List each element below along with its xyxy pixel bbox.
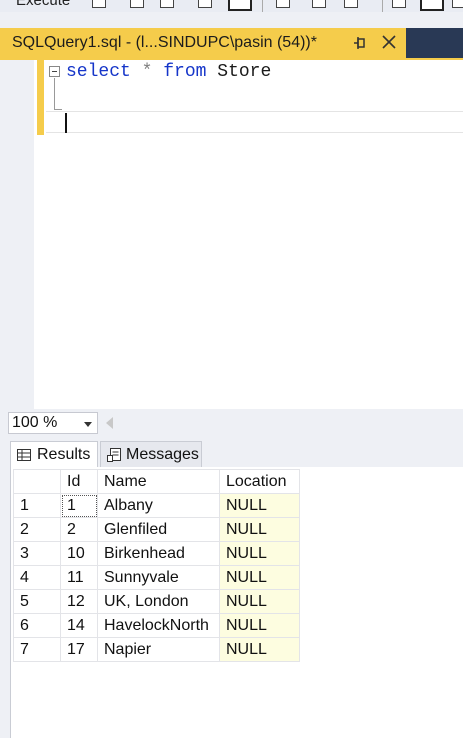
- row-number[interactable]: 6: [13, 613, 61, 638]
- keyword-from: from: [163, 62, 207, 82]
- table-row: 2 2 Glenfiled NULL: [13, 517, 300, 542]
- table-row: 1 1 Albany NULL: [13, 493, 300, 518]
- intellisense-icon[interactable]: [276, 0, 290, 8]
- query-editor[interactable]: select * from Store: [0, 60, 463, 409]
- tab-messages-label: Messages: [126, 445, 199, 463]
- outline-line: [54, 78, 55, 110]
- table-row: 4 11 Sunnyvale NULL: [13, 565, 300, 590]
- cell-location[interactable]: NULL: [219, 517, 300, 542]
- keyword-select: select: [66, 62, 131, 82]
- tab-strip-background: [406, 28, 463, 58]
- results-panel: Id Name Location 1 1 Albany NULL 2 2 Gle…: [10, 467, 463, 738]
- text-caret: [65, 113, 67, 133]
- star-operator: *: [141, 62, 153, 82]
- results-to-file-icon[interactable]: [452, 0, 463, 8]
- check-icon[interactable]: [130, 0, 144, 8]
- chevron-down-icon[interactable]: [84, 422, 92, 427]
- row-number-header[interactable]: [13, 469, 61, 494]
- cell-id[interactable]: 1: [60, 493, 98, 518]
- zoom-bar: 100 %: [0, 409, 463, 437]
- row-number[interactable]: 3: [13, 541, 61, 566]
- cell-name[interactable]: UK, London: [97, 589, 220, 614]
- table-row: 5 12 UK, London NULL: [13, 589, 300, 614]
- column-header-name[interactable]: Name: [97, 469, 220, 494]
- cell-name[interactable]: Albany: [97, 493, 220, 518]
- grid-icon: [17, 448, 31, 461]
- cancel-query-icon[interactable]: [160, 0, 174, 8]
- document-tab[interactable]: SQLQuery1.sql - (l...SINDUPC\pasin (54))…: [0, 28, 406, 58]
- cell-id[interactable]: 17: [60, 637, 98, 662]
- current-line-highlight: [46, 111, 463, 133]
- table-row: 7 17 Napier NULL: [13, 637, 300, 662]
- table-row: 6 14 HavelockNorth NULL: [13, 613, 300, 638]
- cell-location[interactable]: NULL: [219, 637, 300, 662]
- row-number[interactable]: 2: [13, 517, 61, 542]
- cell-location[interactable]: NULL: [219, 589, 300, 614]
- cell-name[interactable]: Napier: [97, 637, 220, 662]
- outline-tick: [54, 109, 62, 110]
- include-plan-icon[interactable]: [344, 0, 358, 8]
- change-tracking-bar: [37, 60, 44, 135]
- row-number[interactable]: 1: [13, 493, 61, 518]
- row-number[interactable]: 4: [13, 565, 61, 590]
- close-icon[interactable]: [380, 33, 398, 51]
- row-number[interactable]: 5: [13, 589, 61, 614]
- execute-button[interactable]: Execute: [16, 0, 70, 9]
- cell-id[interactable]: 14: [60, 613, 98, 638]
- cell-name[interactable]: Birkenhead: [97, 541, 220, 566]
- cell-name[interactable]: HavelockNorth: [97, 613, 220, 638]
- messages-icon: [107, 447, 121, 462]
- pin-icon[interactable]: [352, 34, 368, 52]
- cell-id[interactable]: 10: [60, 541, 98, 566]
- zoom-dropdown[interactable]: 100 %: [8, 412, 98, 434]
- column-header-id[interactable]: Id: [60, 469, 98, 494]
- collapse-toggle-icon[interactable]: [49, 66, 60, 77]
- cell-name[interactable]: Glenfiled: [97, 517, 220, 542]
- table-row: 3 10 Birkenhead NULL: [13, 541, 300, 566]
- cell-id[interactable]: 2: [60, 517, 98, 542]
- parse-icon[interactable]: [312, 0, 326, 8]
- results-to-text-icon[interactable]: [392, 0, 406, 8]
- cell-location[interactable]: NULL: [219, 493, 300, 518]
- cell-id[interactable]: 11: [60, 565, 98, 590]
- results-tabs: Results Messages: [0, 437, 463, 467]
- debug-icon[interactable]: [92, 0, 106, 8]
- toolbar-separator: [382, 0, 383, 12]
- column-header-location[interactable]: Location: [219, 469, 300, 494]
- toolbar: Execute: [0, 0, 463, 12]
- tab-results[interactable]: Results: [10, 441, 98, 467]
- results-grid: Id Name Location 1 1 Albany NULL 2 2 Gle…: [13, 469, 300, 662]
- results-to-grid-icon[interactable]: [420, 0, 444, 11]
- zoom-value: 100 %: [12, 414, 58, 431]
- cell-id[interactable]: 12: [60, 589, 98, 614]
- tab-results-label: Results: [37, 445, 91, 463]
- grid-header-row: Id Name Location: [13, 469, 300, 494]
- table-name: Store: [217, 62, 272, 82]
- cell-location[interactable]: NULL: [219, 565, 300, 590]
- display-plan-icon[interactable]: [198, 0, 212, 8]
- toolbar-separator: [262, 0, 263, 12]
- query-options-icon[interactable]: [228, 0, 252, 11]
- row-number[interactable]: 7: [13, 637, 61, 662]
- cell-location[interactable]: NULL: [219, 541, 300, 566]
- tab-messages[interactable]: Messages: [100, 441, 202, 467]
- cell-name[interactable]: Sunnyvale: [97, 565, 220, 590]
- cell-location[interactable]: NULL: [219, 613, 300, 638]
- editor-gutter: [0, 60, 34, 409]
- scroll-left-arrow-icon[interactable]: [106, 417, 113, 429]
- code-line-1[interactable]: select * from Store: [66, 61, 271, 83]
- document-tab-title: SQLQuery1.sql - (l...SINDUPC\pasin (54))…: [12, 34, 317, 51]
